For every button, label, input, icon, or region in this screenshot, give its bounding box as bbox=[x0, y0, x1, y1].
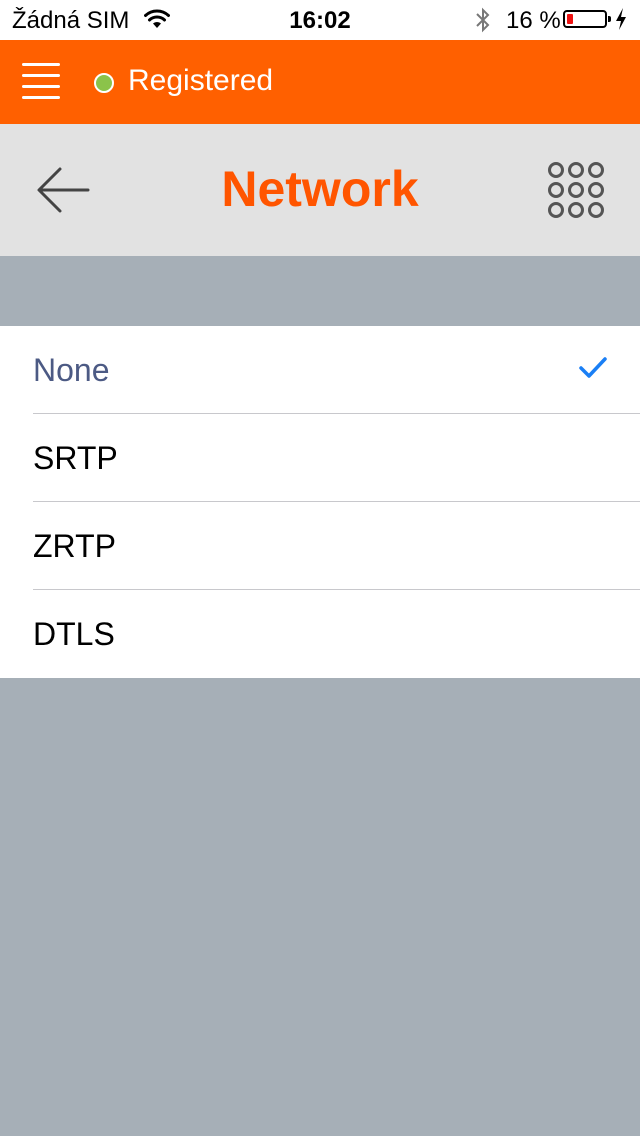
option-label: None bbox=[33, 352, 110, 388]
status-bar: Žádná SIM 16:02 16 % bbox=[0, 0, 640, 40]
battery-icon bbox=[563, 10, 611, 28]
option-none[interactable]: None bbox=[0, 326, 640, 414]
app-bar: Registered bbox=[0, 40, 640, 124]
battery-percent: 16 % bbox=[506, 7, 561, 34]
option-zrtp[interactable]: ZRTP bbox=[0, 502, 640, 590]
page-title: Network bbox=[221, 161, 419, 217]
registration-status-label: Registered bbox=[128, 64, 274, 97]
checkmark-icon bbox=[578, 356, 608, 385]
option-srtp[interactable]: SRTP bbox=[0, 414, 640, 502]
registration-status-dot bbox=[94, 73, 114, 93]
option-label: DTLS bbox=[33, 616, 115, 652]
charging-bolt-icon bbox=[614, 7, 628, 38]
encryption-option-list: None SRTP ZRTP DTLS bbox=[0, 326, 640, 678]
option-label: SRTP bbox=[33, 440, 118, 476]
hamburger-menu-icon[interactable] bbox=[22, 63, 62, 103]
bluetooth-icon bbox=[474, 6, 492, 41]
dialpad-icon[interactable] bbox=[546, 160, 606, 225]
option-label: ZRTP bbox=[33, 528, 116, 564]
option-dtls[interactable]: DTLS bbox=[0, 590, 640, 678]
